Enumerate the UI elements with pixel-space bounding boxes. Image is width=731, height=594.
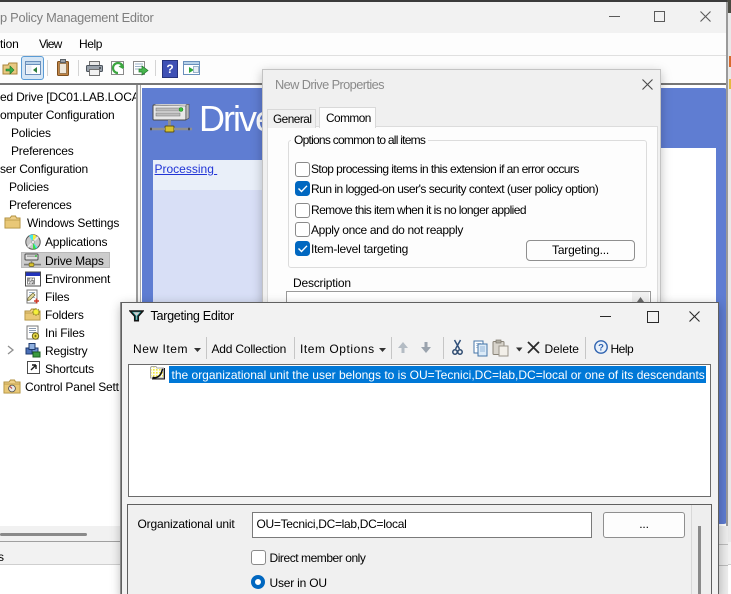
svg-text:%: % bbox=[28, 277, 35, 286]
svg-text:?: ? bbox=[598, 343, 604, 354]
